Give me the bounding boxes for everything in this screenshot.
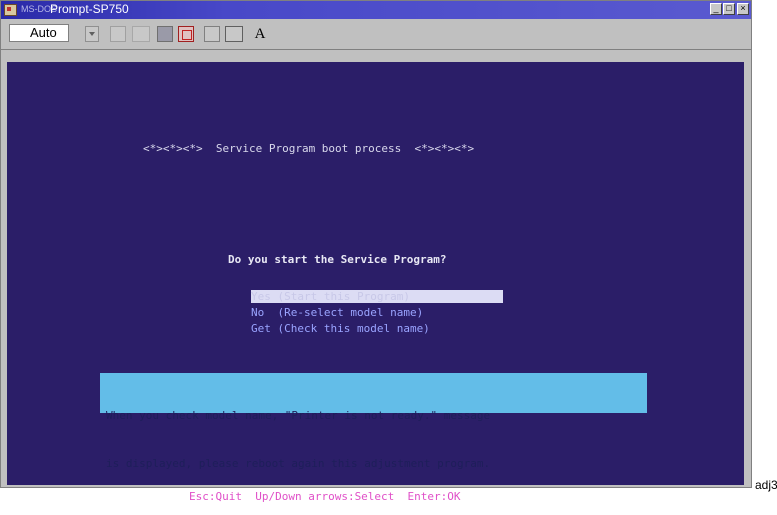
dropdown-arrow-icon[interactable] — [85, 26, 99, 42]
window-title: Prompt-SP750 — [50, 2, 129, 16]
background-button[interactable] — [225, 26, 243, 42]
boot-banner: <*><*><*> Service Program boot process <… — [143, 142, 475, 155]
font-button[interactable]: A — [253, 26, 267, 42]
start-question: Do you start the Service Program? — [228, 253, 447, 266]
minimize-button[interactable]: _ — [710, 3, 722, 15]
mark-button[interactable] — [110, 26, 126, 42]
console-screen[interactable]: <*><*><*> Service Program boot process <… — [7, 62, 744, 503]
notice-line-2: is displayed, please reboot again this a… — [106, 457, 491, 470]
maximize-button[interactable]: □ — [723, 3, 735, 15]
key-hint: Esc:Quit Up/Down arrows:Select Enter:OK — [189, 490, 461, 503]
font-size-select[interactable]: Auto — [9, 24, 69, 42]
toolbar: Auto A — [1, 19, 751, 50]
figure-caption: adj3 — [755, 478, 777, 492]
copy-button[interactable] — [132, 26, 150, 42]
notice-box: When you check model name, "Printer is n… — [100, 373, 647, 470]
close-button[interactable]: × — [737, 3, 749, 15]
paste-button[interactable] — [157, 26, 173, 42]
msdos-app-icon[interactable] — [4, 4, 17, 16]
title-bar[interactable]: MS-DOS Prompt-SP750 _ □ × — [1, 1, 751, 19]
notice-line-1: When you check model name, "Printer is n… — [106, 409, 491, 422]
menu-option-yes[interactable]: Yes (Start this Program) — [251, 290, 503, 303]
menu-option-no[interactable]: No (Re-select model name) — [251, 306, 423, 319]
full-screen-button[interactable] — [178, 26, 194, 42]
menu-option-get[interactable]: Get (Check this model name) — [251, 322, 430, 335]
properties-button[interactable] — [204, 26, 220, 42]
